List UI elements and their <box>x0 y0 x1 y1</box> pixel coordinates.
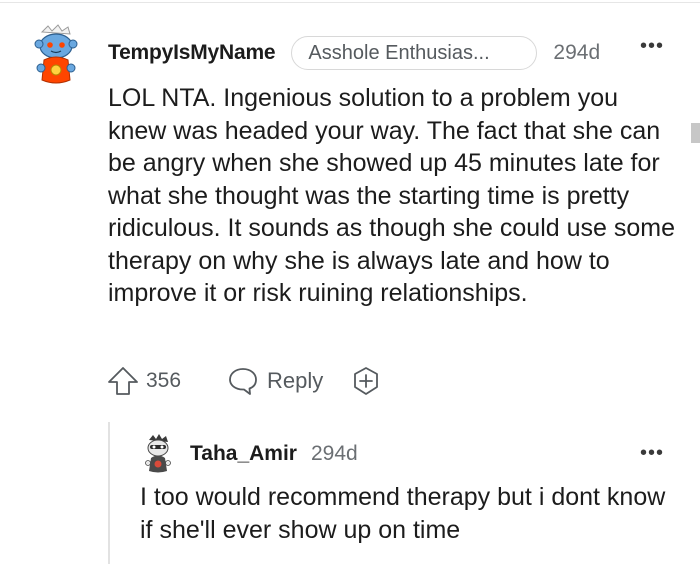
reply-header: Taha_Amir 294d <box>190 440 358 468</box>
comment-body: LOL NTA. Ingenious solution to a problem… <box>108 84 676 307</box>
comment-header: TempyIsMyName Asshole Enthusias... 294d <box>108 33 600 73</box>
comment-actions: 356 Reply <box>106 364 381 398</box>
comment-timestamp: 294d <box>553 41 601 64</box>
snoo-avatar-icon <box>34 24 78 84</box>
comment-author[interactable]: TempyIsMyName <box>108 41 276 65</box>
snoo-avatar-icon <box>145 434 171 473</box>
scrollbar-thumb[interactable] <box>691 123 700 143</box>
speech-bubble-icon <box>229 368 257 395</box>
vote-count: 356 <box>146 369 182 392</box>
reply-body: I too would recommend therapy but i dont… <box>140 483 666 544</box>
arrow-up-icon <box>108 367 138 395</box>
reply-author[interactable]: Taha_Amir <box>190 442 297 466</box>
reply-label: Reply <box>267 368 324 393</box>
thread-line[interactable] <box>108 422 110 564</box>
reply-timestamp: 294d <box>310 442 358 465</box>
plus-award-icon <box>354 367 379 395</box>
more-options-icon[interactable]: ••• <box>640 443 664 463</box>
reply-avatar[interactable] <box>141 434 175 474</box>
avatar[interactable] <box>28 24 84 86</box>
upvote-button[interactable] <box>106 365 140 397</box>
top-divider <box>0 2 700 3</box>
award-button[interactable] <box>351 366 381 396</box>
user-flair: Asshole Enthusias... <box>291 36 538 70</box>
reply-button[interactable]: Reply <box>227 366 323 396</box>
more-options-icon[interactable]: ••• <box>640 36 664 56</box>
